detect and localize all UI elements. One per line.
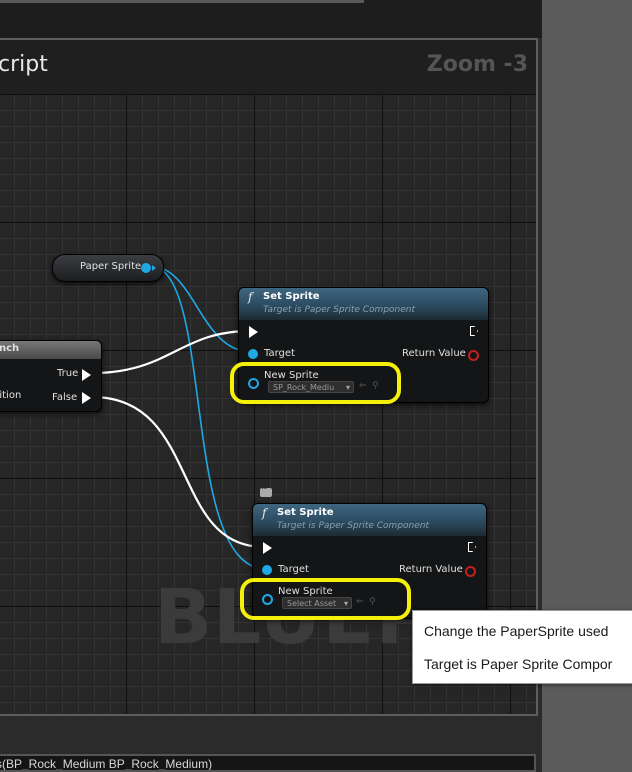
condition-label: dition — [0, 390, 22, 401]
node-subtitle: Target is Paper Sprite Component — [277, 521, 430, 531]
return-value-pin[interactable] — [465, 566, 476, 577]
node-title: Set Sprite — [277, 507, 334, 518]
exec-out-pin[interactable] — [470, 326, 478, 336]
exec-in-pin[interactable] — [249, 326, 258, 338]
exec-in-pin[interactable] — [263, 542, 272, 554]
branch-title: nch — [0, 343, 20, 354]
branch-node-header: nch — [0, 341, 101, 359]
exec-wire-false — [91, 395, 265, 549]
variable-output-pin[interactable] — [141, 263, 151, 273]
tooltip: Change the PaperSprite used Target is Pa… — [412, 610, 632, 684]
true-exec-pin[interactable] — [82, 369, 91, 381]
highlight-new-sprite-1 — [230, 362, 401, 404]
return-value-label: Return Value — [402, 348, 466, 359]
set-sprite-header-1: f Set Sprite Target is Paper Sprite Comp… — [239, 288, 488, 320]
pin-arrow-icon — [152, 265, 156, 271]
exec-wire-true — [91, 329, 251, 375]
bottom-panel: s(BP_Rock_Medium BP_Rock_Medium) — [0, 716, 542, 772]
variable-label: Paper Sprite — [80, 261, 142, 272]
target-pin[interactable] — [248, 349, 258, 359]
target-pin[interactable] — [262, 565, 272, 575]
false-exec-pin[interactable] — [82, 392, 91, 404]
false-label: False — [52, 392, 78, 403]
target-label: Target — [264, 348, 295, 359]
bottom-output-text: s(BP_Rock_Medium BP_Rock_Medium) — [0, 757, 213, 771]
tooltip-line-2: Target is Paper Sprite Compor — [424, 656, 613, 672]
branch-node[interactable]: nch True dition False — [0, 340, 102, 412]
exec-out-pin[interactable] — [468, 542, 476, 552]
function-icon: f — [262, 506, 267, 520]
set-sprite-header-2: f Set Sprite Target is Paper Sprite Comp… — [253, 504, 486, 536]
highlight-new-sprite-2 — [240, 578, 411, 620]
true-label: True — [57, 368, 79, 379]
comment-bubble-icon[interactable] — [260, 482, 272, 497]
paper-sprite-variable-node[interactable]: Paper Sprite — [52, 254, 164, 282]
target-label: Target — [278, 564, 309, 575]
node-title: Set Sprite — [263, 291, 320, 302]
bottom-output-field: s(BP_Rock_Medium BP_Rock_Medium) — [0, 754, 536, 772]
function-icon: f — [248, 290, 253, 304]
node-subtitle: Target is Paper Sprite Component — [263, 305, 416, 315]
return-value-pin[interactable] — [468, 350, 479, 361]
return-value-label: Return Value — [399, 564, 463, 575]
tooltip-line-1: Change the PaperSprite used — [424, 623, 609, 639]
